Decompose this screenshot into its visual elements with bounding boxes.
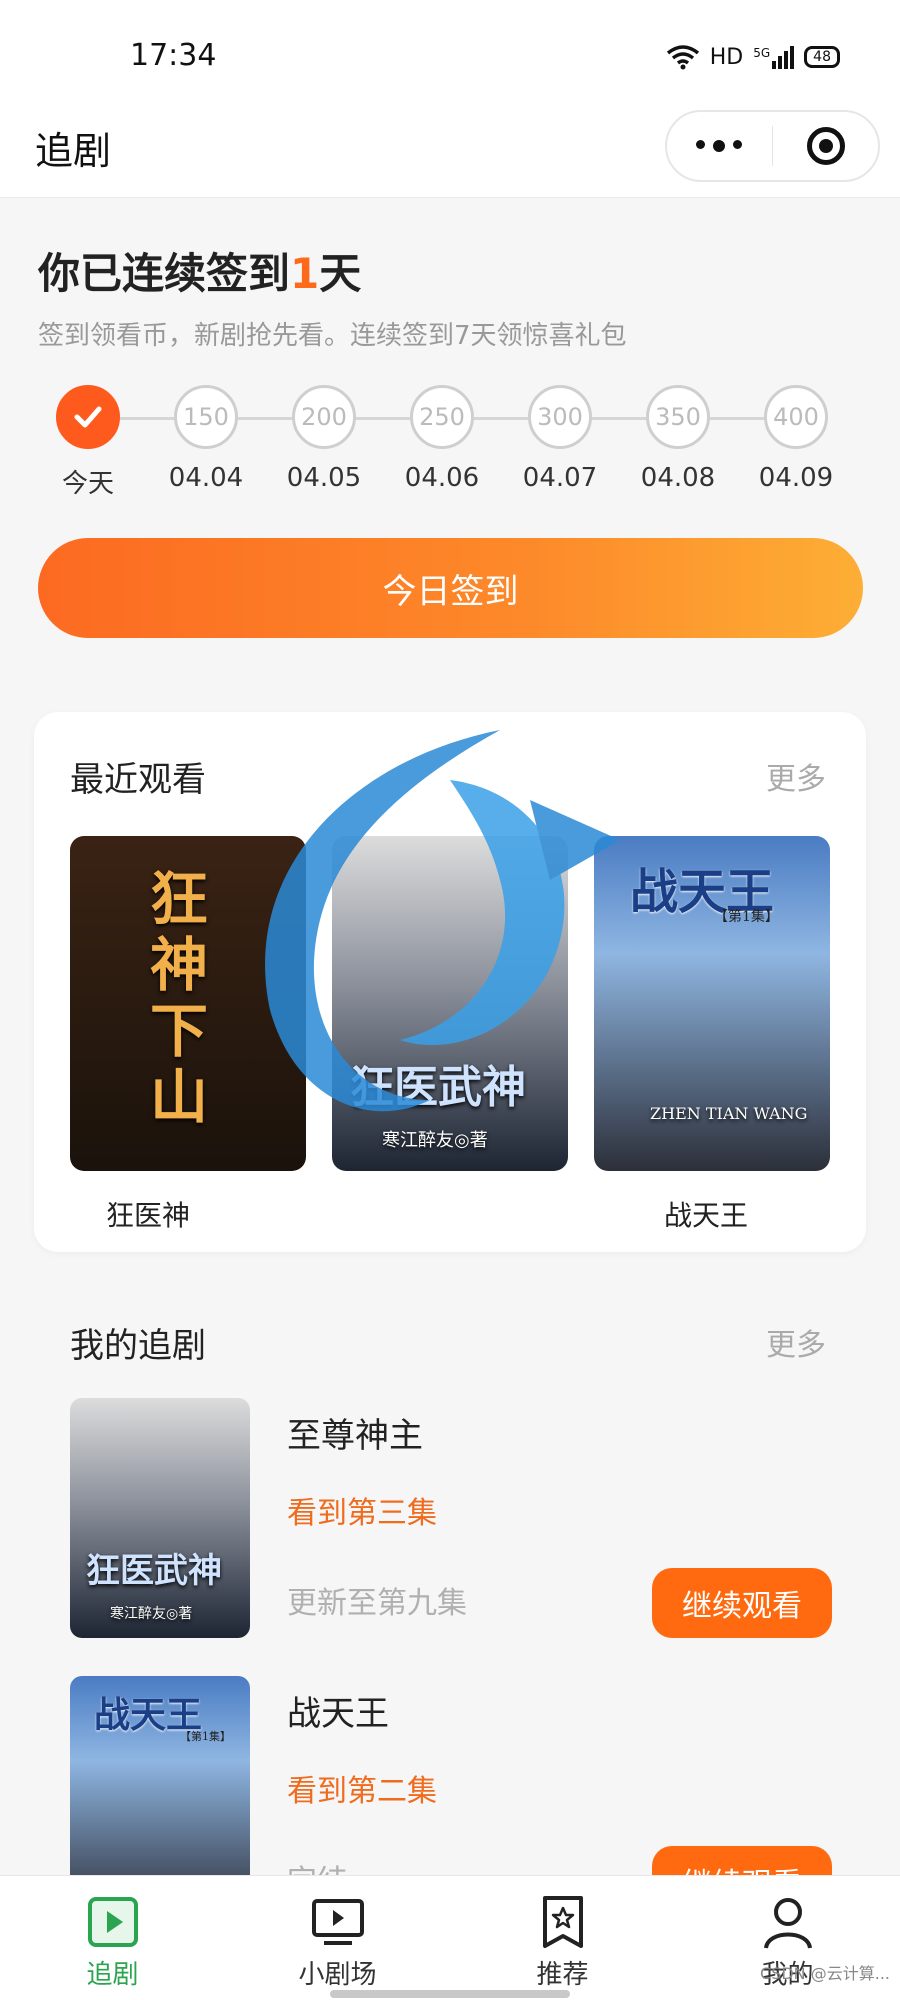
step-day-5: 300 04.07 xyxy=(510,385,610,493)
show-name: 至尊神主 xyxy=(287,1416,423,1456)
step-date: 04.07 xyxy=(522,463,598,493)
swirl-watermark-icon xyxy=(265,730,620,1112)
wifi-icon xyxy=(666,45,699,70)
tab-recommend[interactable]: 推荐 xyxy=(450,1876,675,2000)
show-row-1: 狂医武神 寒江醉友◎著 至尊神主 看到第三集 更新至第九集 继续观看 xyxy=(70,1398,832,1638)
recent-title: 最近观看 xyxy=(70,760,206,800)
tab-label: 推荐 xyxy=(536,1960,589,1990)
signin-title-prefix: 你已连续签到 xyxy=(38,249,291,298)
check-icon xyxy=(56,385,120,449)
step-coin: 300 xyxy=(528,385,592,449)
tv-play-icon xyxy=(311,1899,364,1945)
home-indicator xyxy=(330,1990,570,1998)
network-label: HD xyxy=(709,44,744,70)
step-day-6: 350 04.08 xyxy=(628,385,728,493)
step-day-2: 150 04.04 xyxy=(156,385,256,493)
battery-level: 48 xyxy=(813,49,831,65)
nav-bar: 追剧 xyxy=(0,110,900,198)
tab-theater[interactable]: 小剧场 xyxy=(225,1876,450,2000)
signal-label: 5G xyxy=(753,45,771,60)
poster-badge: 【第1集】 xyxy=(180,1730,231,1743)
poster-subtitle: ZHEN TIAN WANG xyxy=(650,1104,808,1123)
poster-badge: 【第1集】 xyxy=(714,909,779,925)
step-date: 04.04 xyxy=(168,463,244,493)
step-date: 今天 xyxy=(61,469,114,499)
show-poster-1[interactable]: 狂医武神 寒江醉友◎著 xyxy=(70,1398,250,1638)
step-coin: 350 xyxy=(646,385,710,449)
battery-icon: 48 xyxy=(804,46,840,68)
signin-subtitle: 签到领看币，新剧抢先看。连续签到7天领惊喜礼包 xyxy=(38,321,627,351)
step-coin: 200 xyxy=(292,385,356,449)
step-day-1: 今天 xyxy=(38,385,138,500)
status-time: 17:34 xyxy=(130,38,217,73)
csdn-watermark: CSDN @云计算... xyxy=(760,1964,890,1983)
tab-label: 追剧 xyxy=(86,1960,139,1990)
my-shows-more-link[interactable]: 更多 xyxy=(766,1320,826,1364)
more-dots-icon xyxy=(696,140,743,152)
step-day-3: 200 04.05 xyxy=(274,385,374,493)
recent-name-3: 战天王 xyxy=(664,1199,749,1232)
show-progress: 看到第二集 xyxy=(287,1774,437,1809)
step-date: 04.08 xyxy=(640,463,716,493)
recent-name-1: 狂医神 xyxy=(106,1199,191,1232)
signin-days: 1 xyxy=(290,249,320,298)
page-title: 追剧 xyxy=(35,129,112,173)
step-coin: 250 xyxy=(410,385,474,449)
step-day-4: 250 04.06 xyxy=(392,385,492,493)
show-name: 战天王 xyxy=(287,1694,389,1734)
star-bookmark-icon xyxy=(542,1896,583,1948)
step-date: 04.05 xyxy=(286,463,362,493)
signin-steps: 今天 150 04.04 200 04.05 250 04.06 300 04.… xyxy=(38,385,833,505)
more-options-button[interactable] xyxy=(667,112,772,180)
tab-zhuiju[interactable]: 追剧 xyxy=(0,1876,225,2000)
my-shows-title: 我的追剧 xyxy=(70,1326,206,1366)
daily-signin-button[interactable]: 今日签到 xyxy=(38,538,863,638)
user-icon xyxy=(763,1898,812,1949)
tab-label: 小剧场 xyxy=(298,1960,377,1990)
show-update-status: 更新至第九集 xyxy=(287,1586,467,1621)
step-day-7: 400 04.09 xyxy=(746,385,846,493)
play-square-icon xyxy=(87,1897,138,1947)
step-coin: 150 xyxy=(174,385,238,449)
recent-more-link[interactable]: 更多 xyxy=(766,754,826,798)
target-icon xyxy=(806,127,845,165)
poster-author: 寒江醉友◎著 xyxy=(110,1606,193,1622)
show-progress: 看到第三集 xyxy=(287,1496,437,1531)
recent-poster-3[interactable]: 战天王 【第1集】 ZHEN TIAN WANG xyxy=(594,836,830,1171)
signal-icon: 5G xyxy=(753,45,795,69)
step-coin: 400 xyxy=(764,385,828,449)
step-date: 04.06 xyxy=(404,463,480,493)
status-bar: 17:34 HD 5G 48 xyxy=(0,0,900,110)
step-date: 04.09 xyxy=(758,463,834,493)
signin-title-suffix: 天 xyxy=(319,249,362,298)
status-icons: HD 5G 48 xyxy=(666,40,840,74)
close-program-button[interactable] xyxy=(773,112,878,180)
continue-watching-button[interactable]: 继续观看 xyxy=(652,1568,832,1638)
poster-title: 狂医武神 xyxy=(86,1551,222,1591)
mini-program-capsule xyxy=(665,110,880,182)
signin-title: 你已连续签到1天 xyxy=(38,240,361,301)
